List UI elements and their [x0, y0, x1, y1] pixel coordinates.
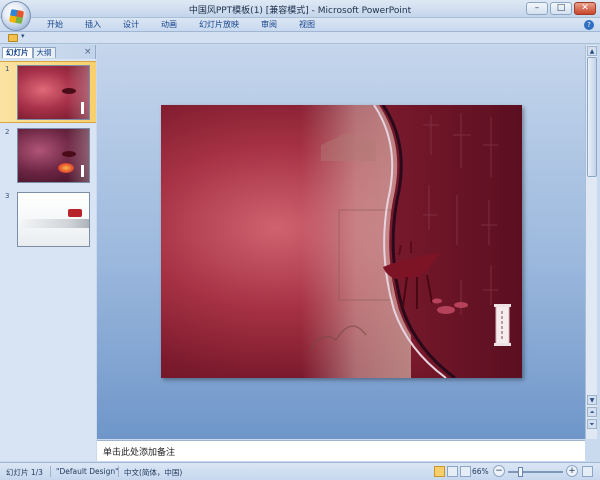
vertical-scrollbar[interactable]: ▲ ▼ ⏶ ⏷ [585, 45, 597, 439]
title-bar: 中国风PPT模板(1) [兼容模式] - Microsoft PowerPoin… [0, 0, 600, 18]
tab-insert[interactable]: 插入 [74, 20, 112, 30]
zoom-out-button[interactable]: − [493, 465, 505, 477]
office-logo-icon [8, 8, 25, 25]
scroll-down-button[interactable]: ▼ [587, 395, 597, 405]
customize-qat-dropdown[interactable]: ▾ [21, 32, 25, 40]
help-icon[interactable]: ? [584, 20, 594, 30]
thumbnail-number: 2 [5, 128, 10, 136]
tab-outline[interactable]: 大纲 [32, 47, 56, 58]
slide-editing-area [97, 45, 585, 439]
zoom-level[interactable]: 66% [472, 467, 489, 476]
status-separator [50, 466, 51, 477]
thumbnail-number: 1 [5, 65, 10, 73]
scroll-up-button[interactable]: ▲ [587, 46, 597, 56]
theme-name[interactable]: "Default Design" [56, 467, 119, 476]
current-slide[interactable] [161, 105, 522, 378]
quick-access-toolbar: ▾ [0, 32, 600, 44]
thumbnail-scroll [81, 102, 84, 114]
office-button[interactable] [1, 1, 31, 31]
language-indicator[interactable]: 中文(简体，中国) [124, 467, 182, 478]
slide-thumbnail-2[interactable] [17, 128, 90, 183]
open-folder-icon[interactable] [8, 34, 18, 42]
slide-thumbnail-3[interactable] [17, 192, 90, 247]
slide-show-view-icon[interactable] [460, 466, 471, 477]
zoom-slider-track[interactable] [508, 471, 563, 473]
slide-counter: 幻灯片 1/3 [6, 468, 43, 477]
window-title: 中国风PPT模板(1) [兼容模式] - Microsoft PowerPoin… [188, 6, 412, 16]
zoom-in-button[interactable]: + [566, 465, 578, 477]
thumbnail-bird [62, 88, 76, 94]
ribbon-tabs: 开始 插入 设计 动画 幻灯片放映 审阅 视图 [36, 20, 326, 30]
slide-thumbnails: 1 2 3 [0, 59, 96, 461]
ribbon-tab-bar: 开始 插入 设计 动画 幻灯片放映 审阅 视图 ? [0, 18, 600, 32]
slides-panel: 幻灯片 大纲 × 1 2 3 [0, 45, 96, 461]
notes-placeholder: 单击此处添加备注 [103, 448, 176, 458]
slide-sorter-view-icon[interactable] [447, 466, 458, 477]
status-separator [118, 466, 119, 477]
thumbnail-row-2[interactable]: 2 [0, 125, 96, 187]
minimize-button[interactable]: – [526, 2, 548, 15]
thumbnail-scroll [81, 165, 84, 177]
tab-design[interactable]: 设计 [112, 20, 150, 30]
tab-slides[interactable]: 幻灯片 [2, 47, 33, 58]
notes-pane[interactable]: 单击此处添加备注 [97, 440, 585, 461]
tab-animations[interactable]: 动画 [150, 20, 188, 30]
tab-slide-show[interactable]: 幻灯片放映 [188, 20, 250, 30]
thumbnail-number: 3 [5, 192, 10, 200]
zoom-slider-handle[interactable] [518, 467, 523, 477]
fit-to-window-icon[interactable] [582, 466, 593, 477]
tab-review[interactable]: 审阅 [250, 20, 288, 30]
thumbnail-row-1[interactable]: 1 [0, 61, 96, 123]
thumbnail-bird [62, 151, 76, 157]
slide-thumbnail-1[interactable] [17, 65, 90, 120]
slide-artwork [301, 105, 522, 378]
tab-view[interactable]: 视图 [288, 20, 326, 30]
maximize-button[interactable]: □ [550, 2, 572, 15]
previous-slide-button[interactable]: ⏶ [587, 407, 597, 417]
close-panel-icon[interactable]: × [84, 47, 92, 57]
window-controls: – □ ✕ [526, 2, 596, 15]
view-buttons [434, 466, 471, 477]
seal-scroll [494, 304, 511, 346]
panel-tabs: 幻灯片 大纲 [2, 47, 56, 58]
thumbnail-row-3[interactable]: 3 [0, 189, 96, 251]
status-bar: 幻灯片 1/3 "Default Design" 中文(简体，中国) 66% −… [0, 462, 600, 480]
scroll-thumb[interactable] [587, 57, 597, 177]
next-slide-button[interactable]: ⏷ [587, 419, 597, 429]
normal-view-icon[interactable] [434, 466, 445, 477]
thumbnail-pavilion [68, 209, 82, 217]
tab-home[interactable]: 开始 [36, 20, 74, 30]
thumbnail-lantern [58, 163, 74, 173]
thumbnail-band [18, 219, 89, 228]
close-button[interactable]: ✕ [574, 2, 596, 15]
